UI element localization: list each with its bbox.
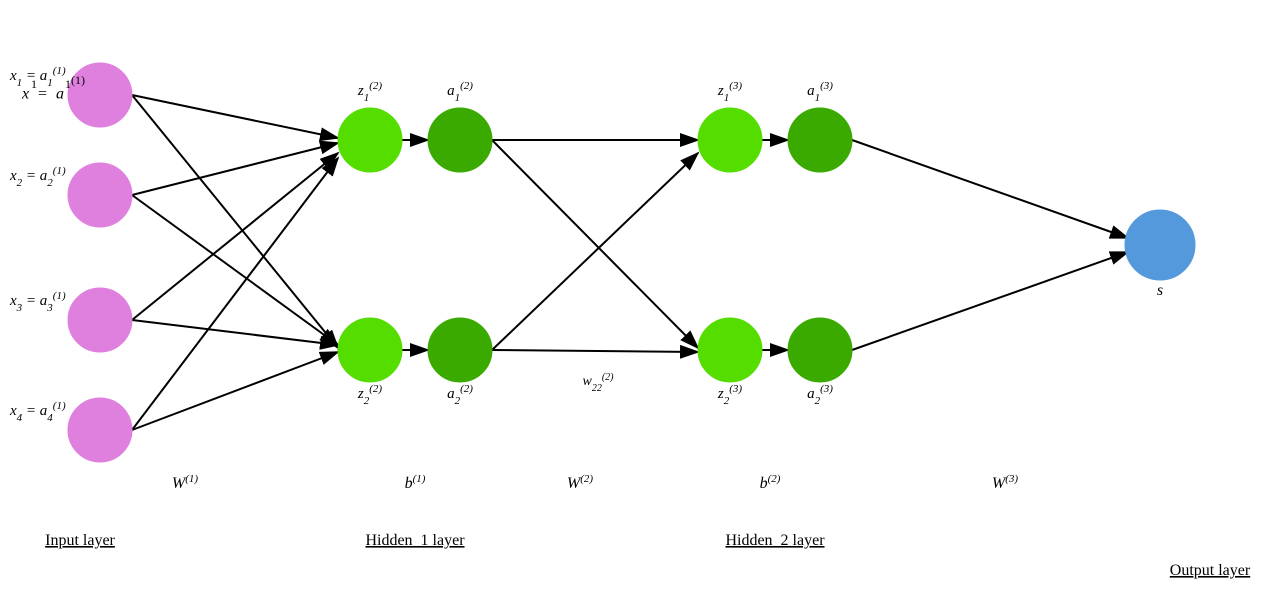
conn-x2-z1 — [132, 143, 338, 195]
w3-label: W(3) — [992, 473, 1018, 492]
z2h2-label: z2(3) — [717, 383, 743, 407]
conn-a2h2-s — [852, 252, 1128, 350]
w1-label: W(1) — [172, 473, 198, 492]
neural-network-diagram: x1 x2 x 1 = a 1 (1) x1 = a1(1) x2 = a2(1… — [0, 0, 1280, 590]
z1h1-label: z1(2) — [357, 80, 383, 104]
conn-x1-z2 — [132, 95, 338, 348]
w22-label: w22(2) — [582, 372, 614, 394]
input-label-x2: x2 = a2(1) — [9, 165, 66, 189]
label-x1-eq: = — [38, 86, 47, 103]
conn-x4-z2 — [132, 352, 338, 430]
input-layer-label: Input layer — [45, 532, 115, 549]
node-a2-h1 — [428, 318, 492, 382]
label-a1-h1: a — [56, 86, 64, 103]
input-label-x3: x3 = a3(1) — [9, 290, 66, 314]
node-output — [1125, 210, 1195, 280]
a1h2-label: a1(3) — [807, 80, 833, 104]
conn-a1h1-z2h2 — [492, 140, 698, 348]
input-label-x4: x4 = a4(1) — [9, 400, 66, 424]
a1h1-label: a1(2) — [447, 80, 473, 104]
node-a1-h1 — [428, 108, 492, 172]
output-s-label: s — [1157, 282, 1163, 299]
node-z2-h2 — [698, 318, 762, 382]
a2h1-label: a2(2) — [447, 383, 473, 407]
conn-a2h1-z2h2 — [492, 350, 698, 352]
hidden1-layer-label: Hidden_1 layer — [365, 532, 465, 549]
z2h1-label: z2(2) — [357, 383, 383, 407]
b2-label: b(2) — [760, 473, 781, 492]
conn-a2h1-z1h2 — [492, 153, 698, 350]
b1-label: b(1) — [405, 473, 426, 492]
z1h2-label: z1(3) — [717, 80, 743, 104]
label-x1: x — [21, 86, 29, 103]
a2h2-label: a2(3) — [807, 383, 833, 407]
node-z2-h1 — [338, 318, 402, 382]
node-x3 — [68, 288, 132, 352]
output-layer-label: Output layer — [1170, 562, 1251, 579]
node-x4 — [68, 398, 132, 462]
label-a1-h1-sup: (1) — [71, 73, 85, 87]
conn-x2-z2 — [132, 195, 338, 345]
node-x2 — [68, 163, 132, 227]
conn-x3-z2 — [132, 320, 338, 345]
node-a2-h2 — [788, 318, 852, 382]
hidden2-layer-label: Hidden_2 layer — [725, 532, 825, 549]
w2-label: W(2) — [567, 473, 593, 492]
node-a1-h2 — [788, 108, 852, 172]
node-z1-h2 — [698, 108, 762, 172]
conn-a1h2-s — [852, 140, 1128, 238]
node-z1-h1 — [338, 108, 402, 172]
